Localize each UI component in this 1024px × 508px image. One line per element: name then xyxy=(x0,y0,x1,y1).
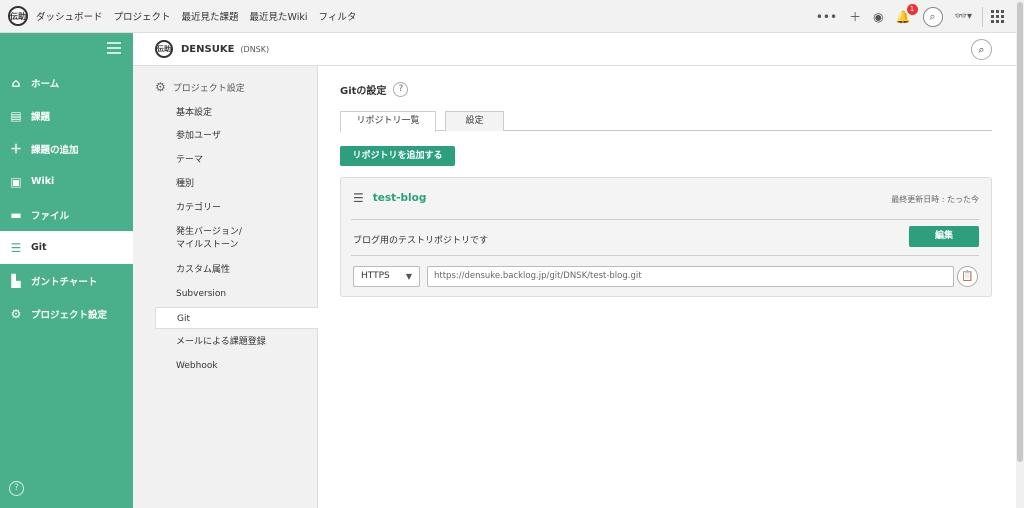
add-repository-button[interactable]: リポジトリを追加する xyxy=(340,146,455,166)
left-nav: ⌂ ホーム ▤ 課題 ＋ 課題の追加 ▣ Wiki ▬ ファイル ☰ Git ▙ ガントチャー… xyxy=(0,33,133,508)
search-icon[interactable]: ⌕ xyxy=(922,6,943,27)
sidebar-item-label: 課題 xyxy=(31,111,51,123)
sidebar-item-issues[interactable]: ▤ 課題 xyxy=(0,99,133,132)
top-bar: 伝助 ダッシュボード プロジェクト 最近見た課題 最近見たWiki フィルタ •… xyxy=(0,0,1016,33)
sidebar-item-gantt[interactable]: ▙ ガントチャート xyxy=(0,264,133,297)
sidebar-item-label: ファイル xyxy=(31,210,70,222)
bell-icon[interactable]: 🔔 1 xyxy=(896,3,918,24)
nav-recent-wiki[interactable]: 最近見たWiki xyxy=(250,9,308,23)
settings-item-subversion[interactable]: Subversion xyxy=(176,288,226,301)
nav-recent-issues[interactable]: 最近見た課題 xyxy=(182,9,239,23)
nav-projects[interactable]: プロジェクト xyxy=(114,9,171,23)
edit-button[interactable]: 編集 xyxy=(909,226,979,247)
sidebar-item-label: 課題の追加 xyxy=(31,144,79,156)
sidebar-item-label: Wiki xyxy=(31,176,55,187)
settings-nav: ⚙ プロジェクト設定 基本設定 参加ユーザ テーマ 種別 カテゴリー 発生バージョ… xyxy=(133,66,318,508)
apps-grid-icon[interactable] xyxy=(991,10,1004,23)
chevron-down-icon: ▼ xyxy=(405,272,412,281)
git-icon: ☰ xyxy=(10,240,22,255)
sidebar-item-home[interactable]: ⌂ ホーム xyxy=(0,66,133,99)
gantt-icon: ▙ xyxy=(11,273,21,288)
divider xyxy=(982,6,983,27)
more-icon[interactable]: ••• xyxy=(816,10,837,24)
sidebar-item-wiki[interactable]: ▣ Wiki xyxy=(0,165,133,198)
settings-item-custom-fields[interactable]: カスタム属性 xyxy=(176,264,230,277)
main-content: Gitの設定 ? リポジトリ一覧 設定 リポジトリを追加する ☰ test-bl… xyxy=(318,66,1016,508)
nav-filter[interactable]: フィルタ xyxy=(319,9,357,23)
repository-title: ☰ test-blog xyxy=(353,191,426,205)
plus-icon: ＋ xyxy=(9,142,22,156)
notification-badge: 1 xyxy=(906,3,918,15)
home-icon: ⌂ xyxy=(11,75,21,90)
top-nav: ダッシュボード プロジェクト 最近見た課題 最近見たWiki フィルタ xyxy=(36,9,367,23)
folder-icon: ▬ xyxy=(10,207,22,222)
gear-icon: ⚙ xyxy=(10,306,22,321)
repository-card: ☰ test-blog 最終更新日時 : たった今 ブログ用のテストリポジトリで… xyxy=(340,177,992,297)
repository-name-link[interactable]: test-blog xyxy=(373,192,427,204)
sidebar-item-label: ガントチャート xyxy=(31,276,98,288)
protocol-value: HTTPS xyxy=(361,271,390,281)
help-icon[interactable]: ? xyxy=(9,481,24,496)
hamburger-icon[interactable] xyxy=(107,42,121,57)
project-logo: 伝助 xyxy=(155,40,173,58)
settings-item-git[interactable]: Git xyxy=(155,307,318,329)
eye-icon[interactable]: ◉ xyxy=(873,10,883,24)
sidebar-item-git[interactable]: ☰ Git xyxy=(0,231,133,264)
protocol-select[interactable]: HTTPS ▼ xyxy=(353,266,420,287)
repository-url-field[interactable]: https://densuke.backlog.jp/git/DNSK/test… xyxy=(427,266,954,287)
sidebar-item-label: Git xyxy=(31,242,47,253)
last-updated: 最終更新日時 : たった今 xyxy=(891,195,979,204)
project-key: (DNSK) xyxy=(240,44,270,54)
sidebar-item-files[interactable]: ▬ ファイル xyxy=(0,198,133,231)
gear-icon: ⚙ xyxy=(155,80,166,94)
settings-heading-label: プロジェクト設定 xyxy=(172,83,245,94)
tab-settings[interactable]: 設定 xyxy=(445,111,504,131)
settings-item-versions-line2[interactable]: マイルストーン xyxy=(176,239,239,252)
nav-dashboard[interactable]: ダッシュボード xyxy=(36,9,103,23)
settings-item-theme[interactable]: テーマ xyxy=(176,154,203,167)
clipboard-icon[interactable]: 📋 xyxy=(957,266,978,287)
scrollbar-thumb[interactable] xyxy=(1017,2,1023,462)
tab-bar: リポジトリ一覧 設定 xyxy=(340,111,992,132)
wiki-icon: ▣ xyxy=(10,174,22,189)
settings-item-members[interactable]: 参加ユーザ xyxy=(176,130,221,143)
list-icon: ▤ xyxy=(10,108,22,123)
plus-icon[interactable]: ＋ xyxy=(849,8,861,25)
settings-item-basic[interactable]: 基本設定 xyxy=(176,107,212,120)
project-search-icon[interactable]: ⌕ xyxy=(971,39,992,60)
settings-item-categories[interactable]: カテゴリー xyxy=(176,202,221,215)
page-title: Gitの設定 ? xyxy=(340,82,409,97)
divider xyxy=(351,219,979,220)
user-avatar-icon[interactable]: 👓▾ xyxy=(955,11,972,22)
project-name[interactable]: DENSUKE xyxy=(181,44,234,55)
settings-item-issue-types[interactable]: 種別 xyxy=(176,178,194,191)
sidebar-item-add-issue[interactable]: ＋ 課題の追加 xyxy=(0,132,133,165)
page-title-text: Gitの設定 xyxy=(340,86,387,97)
divider xyxy=(351,255,979,256)
settings-item-mail-issue[interactable]: メールによる課題登録 xyxy=(176,336,266,349)
sidebar-item-project-settings[interactable]: ⚙ プロジェクト設定 xyxy=(0,297,133,330)
settings-item-webhook[interactable]: Webhook xyxy=(176,360,218,373)
scrollbar[interactable] xyxy=(1016,0,1024,508)
repository-description: ブログ用のテストリポジトリです xyxy=(353,236,489,246)
top-right-tools: ••• ＋ ◉ 🔔 1 ⌕ 👓▾ xyxy=(804,0,1004,33)
sidebar-item-label: プロジェクト設定 xyxy=(31,309,108,321)
tab-repository-list[interactable]: リポジトリ一覧 xyxy=(340,111,436,132)
project-header: 伝助 DENSUKE (DNSK) ⌕ xyxy=(133,33,1016,66)
help-icon[interactable]: ? xyxy=(393,82,409,97)
repository-icon: ☰ xyxy=(353,191,364,205)
sidebar-item-label: ホーム xyxy=(31,78,60,90)
settings-item-versions-line1[interactable]: 発生バージョン/ xyxy=(176,226,242,239)
backlog-logo[interactable]: 伝助 xyxy=(8,6,28,26)
settings-nav-heading: ⚙ プロジェクト設定 xyxy=(155,80,245,94)
